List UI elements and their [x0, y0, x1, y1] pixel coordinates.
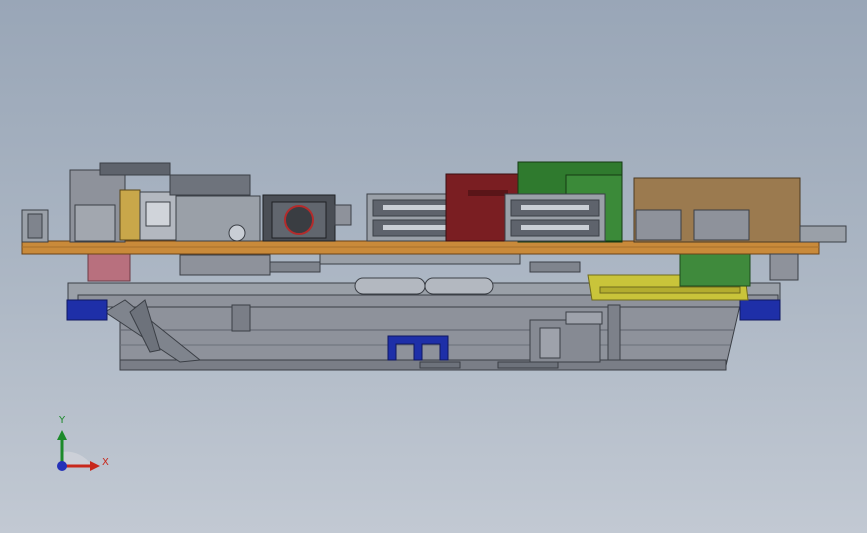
x-axis-label: X: [102, 457, 109, 468]
cad-viewport[interactable]: Y X: [0, 0, 867, 533]
barrel-jack: [262, 194, 352, 242]
tan-module: [633, 177, 801, 243]
green-sub-board: [679, 251, 751, 287]
assembly-model[interactable]: [0, 0, 867, 533]
pink-spacer: [87, 252, 131, 282]
y-axis-label: Y: [59, 415, 66, 426]
usb-connector-right: [504, 193, 606, 242]
coordinate-triad: Y X: [48, 410, 118, 480]
left-connector-stack: [21, 162, 261, 243]
